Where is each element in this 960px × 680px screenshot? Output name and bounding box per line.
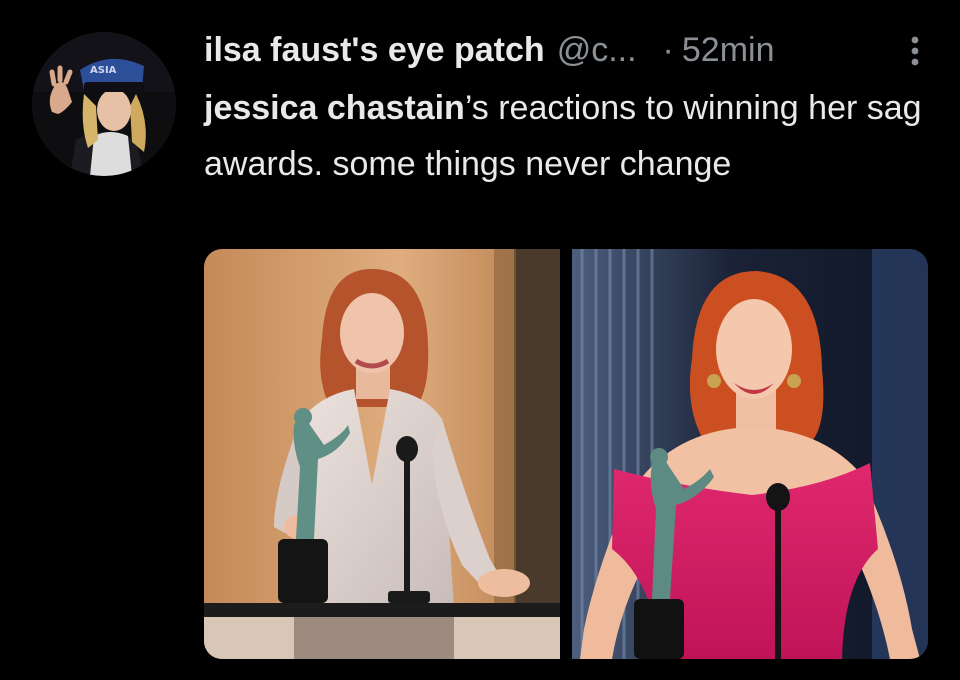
avatar[interactable]: ASIA xyxy=(32,32,176,176)
avatar-image: ASIA xyxy=(32,32,176,176)
tweet-timestamp[interactable]: 52min xyxy=(682,28,775,72)
photo-right-image xyxy=(572,249,928,659)
mentioned-name: jessica chastain xyxy=(204,89,465,127)
tweet[interactable]: ASIA ilsa faust's eye patch @c... · 52mi… xyxy=(0,0,960,680)
more-options-icon[interactable] xyxy=(908,34,922,68)
media-photo-right[interactable] xyxy=(572,249,928,659)
media-grid xyxy=(204,249,928,659)
tweet-text: jessica chastain’s reactions to winning … xyxy=(204,80,934,192)
user-handle[interactable]: @c... xyxy=(557,28,637,72)
avatar-hat-text: ASIA xyxy=(90,65,117,76)
separator-dot: · xyxy=(662,31,674,69)
tweet-header: ilsa faust's eye patch @c... · 52min xyxy=(204,28,924,72)
display-name[interactable]: ilsa faust's eye patch xyxy=(204,28,545,72)
photo-left-image xyxy=(204,249,560,659)
media-photo-left[interactable] xyxy=(204,249,560,659)
